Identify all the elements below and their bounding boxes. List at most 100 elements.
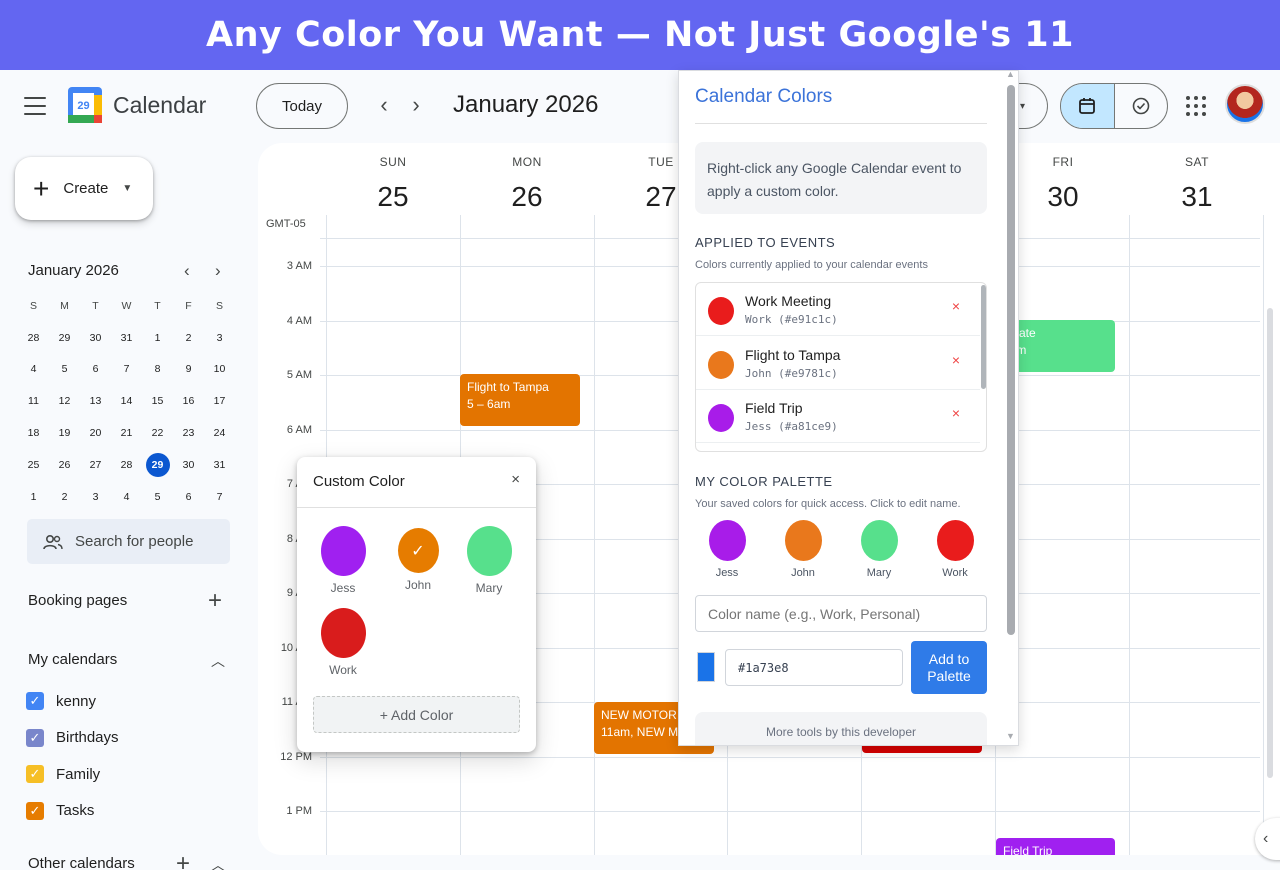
avatar[interactable] [1225, 84, 1265, 124]
my-calendars-heading[interactable]: My calendars [28, 651, 117, 668]
mini-day[interactable]: 23 [173, 417, 204, 449]
day-number[interactable]: 31 [1130, 181, 1264, 213]
mini-day[interactable]: 4 [111, 481, 142, 513]
mini-prev-icon[interactable]: ‹ [184, 261, 190, 281]
palette-name[interactable]: Jess [699, 567, 755, 579]
more-tools-link[interactable]: More tools by this developer [695, 712, 987, 745]
palette-circle[interactable] [708, 520, 746, 561]
remove-icon[interactable]: × [952, 298, 960, 314]
palette-color[interactable]: Jess [699, 520, 755, 579]
color-picker-swatch[interactable] [697, 652, 715, 682]
next-week-icon[interactable]: › [406, 93, 426, 117]
mini-day[interactable]: 5 [49, 354, 80, 386]
checkbox-icon[interactable]: ✓ [26, 765, 44, 783]
scroll-up-icon[interactable]: ▲ [1006, 71, 1015, 79]
mini-day[interactable]: 2 [173, 322, 204, 354]
main-menu-icon[interactable] [24, 97, 46, 115]
palette-circle[interactable] [936, 520, 974, 561]
tasks-view-toggle[interactable] [1115, 84, 1168, 128]
color-swatch[interactable]: ✓ John [395, 526, 441, 592]
color-name-input[interactable] [695, 595, 987, 632]
color-swatch[interactable]: Mary [466, 526, 512, 595]
swatch-selected-check-icon[interactable]: ✓ [397, 528, 439, 573]
palette-name[interactable]: Work [927, 567, 983, 579]
mini-day[interactable]: 30 [80, 322, 111, 354]
calendar-item[interactable]: ✓ Birthdays [26, 727, 119, 749]
mini-day[interactable]: 30 [173, 449, 204, 481]
mini-day[interactable]: 27 [80, 449, 111, 481]
apps-grid-icon[interactable] [1186, 96, 1206, 116]
mini-day[interactable]: 18 [18, 417, 49, 449]
mini-day[interactable]: 26 [49, 449, 80, 481]
mini-day[interactable]: 4 [18, 354, 49, 386]
mini-day[interactable]: 3 [80, 481, 111, 513]
create-button[interactable]: + Create ▼ [15, 157, 153, 220]
panel-scroll-thumb[interactable] [1007, 85, 1015, 635]
palette-name[interactable]: John [775, 567, 831, 579]
checkbox-icon[interactable]: ✓ [26, 801, 44, 820]
color-swatch[interactable]: Jess [320, 526, 366, 595]
add-booking-page-icon[interactable]: + [208, 589, 222, 613]
mini-day[interactable]: 10 [204, 354, 235, 386]
mini-day[interactable]: 21 [111, 417, 142, 449]
mini-day[interactable]: 14 [111, 385, 142, 417]
mini-day[interactable]: 22 [142, 417, 173, 449]
palette-color[interactable]: John [775, 520, 831, 579]
day-number[interactable]: 25 [326, 181, 460, 213]
mini-day[interactable]: 1 [18, 481, 49, 513]
mini-day-today[interactable]: 29 [142, 449, 173, 481]
mini-day[interactable]: 17 [204, 385, 235, 417]
mini-day[interactable]: 16 [173, 385, 204, 417]
hex-input[interactable] [725, 649, 903, 686]
calendar-item[interactable]: ✓ Tasks [26, 800, 94, 822]
mini-day[interactable]: 24 [204, 417, 235, 449]
palette-color[interactable]: Mary [851, 520, 907, 579]
today-button[interactable]: Today [256, 83, 348, 129]
mini-day[interactable]: 20 [80, 417, 111, 449]
add-to-palette-button[interactable]: Add to Palette [911, 641, 987, 694]
checkbox-icon[interactable]: ✓ [26, 692, 44, 710]
mini-day[interactable]: 28 [111, 449, 142, 481]
calendar-event[interactable]: Flight to Tampa 5 – 6am [460, 374, 580, 426]
mini-day[interactable]: 19 [49, 417, 80, 449]
applied-list-scrollbar[interactable] [981, 285, 986, 389]
mini-day[interactable]: 1 [142, 322, 173, 354]
calendar-event[interactable]: Field Trip [996, 838, 1115, 855]
mini-day[interactable]: 2 [49, 481, 80, 513]
mini-day[interactable]: 13 [80, 385, 111, 417]
mini-day[interactable]: 25 [18, 449, 49, 481]
remove-icon[interactable]: × [952, 405, 960, 421]
day-header[interactable]: SUN 25 [326, 155, 460, 213]
scroll-down-icon[interactable]: ▼ [1006, 731, 1015, 741]
swatch-circle[interactable] [320, 526, 366, 576]
mini-day[interactable]: 9 [173, 354, 204, 386]
mini-day[interactable]: 3 [204, 322, 235, 354]
mini-day[interactable]: 15 [142, 385, 173, 417]
mini-day[interactable]: 6 [80, 354, 111, 386]
mini-day[interactable]: 6 [173, 481, 204, 513]
checkbox-icon[interactable]: ✓ [26, 728, 44, 747]
swatch-circle[interactable] [320, 608, 366, 658]
add-color-button[interactable]: + Add Color [313, 696, 520, 733]
calendar-item[interactable]: ✓ Family [26, 763, 100, 785]
mini-day[interactable]: 8 [142, 354, 173, 386]
mini-day[interactable]: 5 [142, 481, 173, 513]
day-header[interactable]: MON 26 [460, 155, 594, 213]
palette-circle[interactable] [860, 520, 898, 561]
calendar-view-toggle[interactable] [1061, 84, 1115, 128]
mini-day[interactable]: 7 [111, 354, 142, 386]
palette-circle[interactable] [784, 520, 822, 561]
calendar-item[interactable]: ✓ kenny [26, 690, 96, 712]
remove-icon[interactable]: × [952, 352, 960, 368]
add-other-calendar-icon[interactable]: + [176, 852, 190, 870]
page-scrollbar[interactable] [1267, 308, 1273, 778]
close-icon[interactable]: × [511, 471, 520, 488]
mini-next-icon[interactable]: › [215, 261, 221, 281]
chevron-up-icon[interactable]: ︿ [211, 651, 225, 671]
search-people-input[interactable]: Search for people [27, 519, 230, 564]
mini-day[interactable]: 12 [49, 385, 80, 417]
mini-day[interactable]: 7 [204, 481, 235, 513]
mini-day[interactable]: 31 [111, 322, 142, 354]
day-number[interactable]: 26 [460, 181, 594, 213]
mini-day[interactable]: 28 [18, 322, 49, 354]
